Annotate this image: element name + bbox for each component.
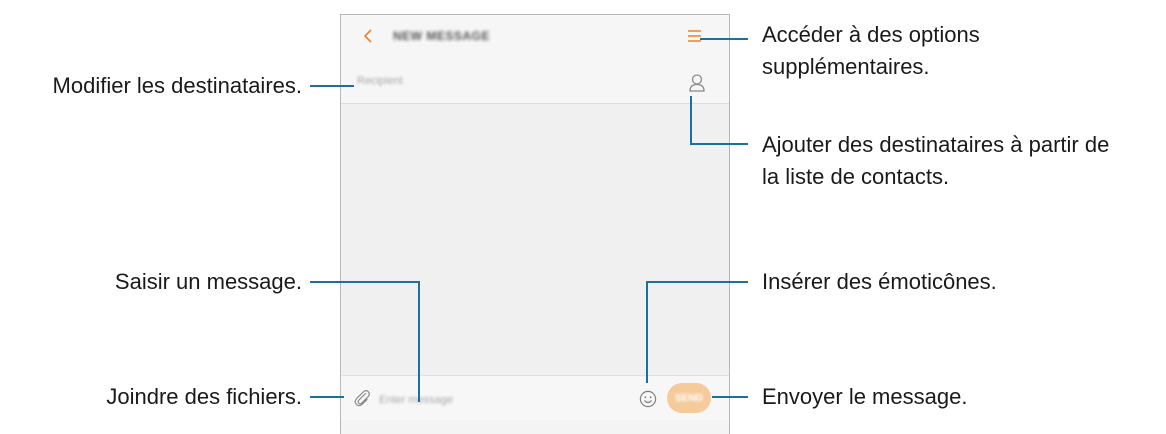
send-button-label: SEND [675, 392, 703, 404]
leader-line-contacts-horizontal [690, 143, 748, 145]
callout-add-contacts-line2: la liste de contacts. [762, 164, 950, 189]
callout-enter-message: Saisir un message. [114, 269, 302, 294]
callout-add-contacts-line1: Ajouter des destinataires à partir de [762, 132, 1110, 157]
back-button[interactable] [357, 25, 379, 47]
chevron-left-icon [363, 29, 372, 43]
message-input[interactable] [377, 388, 601, 412]
recipient-input[interactable] [355, 69, 639, 93]
person-icon [689, 74, 705, 92]
leader-line-message-horizontal [310, 281, 420, 283]
callout-edit-recipients: Modifier les destinataires. [52, 73, 302, 98]
callout-more-options-line2: supplémentaires. [762, 54, 930, 79]
phone-screen: NEW MESSAGE Recipient Enter message SEND [340, 14, 730, 434]
more-options-button[interactable] [685, 26, 705, 46]
leader-line-attach [310, 396, 344, 398]
message-area [341, 104, 729, 375]
recipient-row [341, 59, 729, 104]
paperclip-icon [354, 390, 370, 407]
leader-line-contacts-vertical [690, 96, 692, 144]
smiley-icon [639, 390, 657, 408]
menu-icon [688, 30, 701, 42]
composer-bar: SEND [341, 375, 729, 420]
leader-line-message-vertical [418, 281, 420, 402]
callout-attach-files: Joindre des fichiers. [106, 384, 302, 409]
leader-line-more-options [700, 38, 748, 40]
leader-line-emoji-horizontal [646, 281, 748, 283]
leader-line-recipients [310, 85, 354, 87]
emoji-button[interactable] [637, 388, 659, 410]
add-contact-button[interactable] [685, 71, 709, 95]
leader-line-emoji-vertical [646, 281, 648, 383]
callout-more-options-line1: Accéder à des options [762, 22, 980, 47]
app-header: NEW MESSAGE [341, 15, 729, 60]
page-title: NEW MESSAGE [393, 29, 490, 43]
callout-send-message: Envoyer le message. [762, 384, 968, 409]
leader-line-send [712, 396, 748, 398]
send-button[interactable]: SEND [667, 383, 711, 413]
attach-button[interactable] [351, 386, 373, 410]
callout-insert-emoticons: Insérer des émoticônes. [762, 269, 997, 294]
